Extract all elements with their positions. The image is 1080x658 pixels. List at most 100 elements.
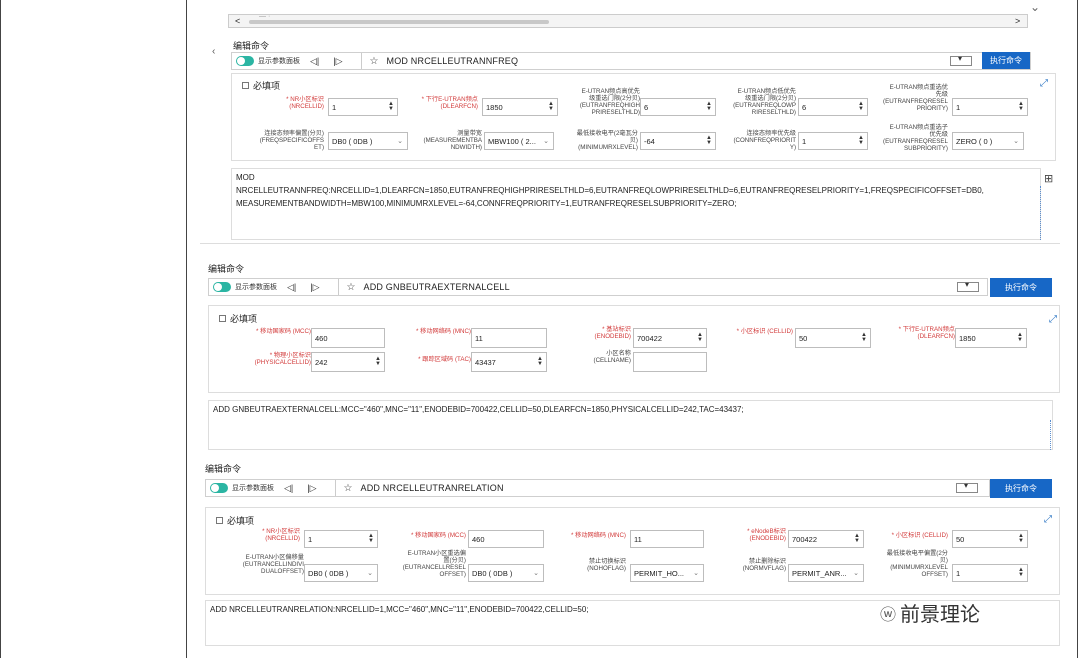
- scroll-left-arrow[interactable]: <: [235, 16, 240, 26]
- field-stepper[interactable]: 242 ▲ ▼: [311, 352, 385, 372]
- collapse-arrow-icon[interactable]: ‹: [212, 46, 215, 57]
- field-stepper[interactable]: 50 ▲ ▼: [795, 328, 871, 348]
- chevron-down-icon[interactable]: ⌄: [853, 569, 859, 577]
- panel2-required-checkbox[interactable]: [219, 315, 226, 322]
- stepper-arrows-icon[interactable]: ▲ ▼: [1018, 567, 1024, 578]
- stepper-arrows-icon[interactable]: ▲ ▼: [854, 533, 860, 544]
- field-select[interactable]: DB0 ( 0DB ) ⌄: [328, 132, 408, 150]
- field-stepper[interactable]: 43437 ▲ ▼: [471, 352, 547, 372]
- stepper-arrows-icon[interactable]: ▲ ▼: [1018, 101, 1024, 112]
- panel2-toggle[interactable]: [213, 282, 231, 292]
- network-icon[interactable]: ⊞: [1044, 172, 1053, 185]
- field-input[interactable]: 11: [471, 328, 547, 348]
- field-input[interactable]: 460: [311, 328, 385, 348]
- field-value: 11: [475, 333, 483, 343]
- panel2-command-area[interactable]: ADD GNBEUTRAEXTERNALCELL:MCC="460",MNC="…: [208, 400, 1053, 450]
- next-icon[interactable]: |▷: [310, 282, 319, 293]
- chevron-down-icon[interactable]: ⌄: [693, 569, 699, 577]
- stepper-arrows-icon[interactable]: ▲ ▼: [1017, 332, 1023, 343]
- field-select[interactable]: MBW100 ( 2... ⌄: [484, 132, 554, 150]
- field-stepper[interactable]: 6 ▲ ▼: [798, 98, 868, 116]
- field-stepper[interactable]: 1 ▲ ▼: [952, 564, 1028, 582]
- field-stepper[interactable]: 700422 ▲ ▼: [788, 530, 864, 548]
- chevron-down-icon[interactable]: ⌄: [543, 137, 549, 145]
- field-stepper[interactable]: 700422 ▲ ▼: [633, 328, 707, 348]
- stepper-arrows-icon[interactable]: ▲ ▼: [388, 101, 394, 112]
- stepper-arrows-icon[interactable]: ▲ ▼: [548, 101, 554, 112]
- field-label: 连接态频率偏置(分贝) (FREQSPECIFICOFFS ET): [259, 130, 324, 151]
- panel3-required-checkbox[interactable]: [216, 517, 223, 524]
- stepper-arrows-icon[interactable]: ▲ ▼: [861, 332, 867, 343]
- field-stepper[interactable]: 1 ▲ ▼: [328, 98, 398, 116]
- field-stepper[interactable]: 50 ▲ ▼: [952, 530, 1028, 548]
- top-scrollbar[interactable]: < — · >: [228, 13, 1028, 28]
- panel1-command-name[interactable]: MOD NRCELLEUTRANNFREQ: [387, 56, 519, 66]
- frame-right-border: [1077, 0, 1078, 658]
- star-icon[interactable]: ☆: [370, 56, 379, 67]
- field-label: E-UTRAN频点低优先 级重选门限(2分贝) (EUTRANFREQLOWP …: [733, 88, 796, 116]
- stepper-arrows-icon[interactable]: ▲ ▼: [368, 533, 374, 544]
- field-value: 11: [634, 534, 642, 544]
- star-icon[interactable]: ☆: [347, 282, 356, 293]
- scroll-thumb[interactable]: [249, 20, 549, 24]
- chevron-down-icon[interactable]: ⌄: [397, 137, 403, 145]
- field-stepper[interactable]: -64 ▲ ▼: [640, 132, 716, 150]
- field-stepper[interactable]: 1 ▲ ▼: [952, 98, 1028, 116]
- panel1-command-area[interactable]: MOD NRCELLEUTRANNFREQ:NRCELLID=1,DLEARFC…: [231, 168, 1041, 240]
- prev-icon[interactable]: ◁|: [287, 282, 296, 293]
- field-select[interactable]: PERMIT_ANR... ⌄: [788, 564, 864, 582]
- field-value: 1: [956, 102, 961, 112]
- prev-icon[interactable]: ◁|: [310, 56, 319, 67]
- field-select[interactable]: DB0 ( 0DB ) ⌄: [304, 564, 378, 582]
- stepper-arrows-icon[interactable]: ▲ ▼: [1018, 533, 1024, 544]
- field-label: 连接态频率优先级 (CONNFREQPRIORIT Y): [733, 130, 796, 151]
- field-stepper[interactable]: 1850 ▲ ▼: [955, 328, 1027, 348]
- panel3-dropdown[interactable]: [956, 481, 978, 493]
- field-select[interactable]: DB0 ( 0DB ) ⌄: [468, 564, 544, 582]
- field-stepper[interactable]: 1 ▲ ▼: [798, 132, 868, 150]
- panel2-execute-button[interactable]: 执行命令: [990, 278, 1052, 297]
- expand-icon[interactable]: ⤢: [1049, 314, 1057, 325]
- chevron-down-icon[interactable]: ⌄: [1030, 0, 1040, 14]
- star-icon[interactable]: ☆: [344, 483, 353, 494]
- panel2-command-name[interactable]: ADD GNBEUTRAEXTERNALCELL: [364, 282, 510, 292]
- field-select[interactable]: PERMIT_HO... ⌄: [630, 564, 704, 582]
- stepper-arrows-icon[interactable]: ▲ ▼: [697, 332, 703, 343]
- scroll-right-arrow[interactable]: >: [1015, 16, 1020, 26]
- field-label: * 小区标识 (CELLID): [891, 532, 948, 539]
- expand-icon[interactable]: ⤢: [1044, 514, 1052, 525]
- next-icon[interactable]: |▷: [333, 56, 342, 67]
- chevron-down-icon[interactable]: ⌄: [1013, 137, 1019, 145]
- stepper-arrows-icon[interactable]: ▲ ▼: [858, 101, 864, 112]
- panel1-execute-button[interactable]: 执行命令: [982, 52, 1030, 69]
- field-value: 1: [308, 534, 313, 544]
- stepper-arrows-icon[interactable]: ▲ ▼: [858, 135, 864, 146]
- stepper-arrows-icon[interactable]: ▲ ▼: [375, 356, 381, 367]
- stepper-arrows-icon[interactable]: ▲ ▼: [537, 356, 543, 367]
- field-input[interactable]: [633, 352, 707, 372]
- panel3-execute-button[interactable]: 执行命令: [990, 479, 1052, 498]
- panel1-required-checkbox[interactable]: [242, 82, 249, 89]
- prev-icon[interactable]: ◁|: [284, 483, 293, 494]
- next-icon[interactable]: |▷: [307, 483, 316, 494]
- field-label: * 基站标识 (ENODEBID): [594, 326, 631, 340]
- panel3-section-title: 编辑命令: [205, 464, 242, 474]
- field-stepper[interactable]: 1850 ▲ ▼: [482, 98, 558, 116]
- field-select[interactable]: ZERO ( 0 ) ⌄: [952, 132, 1024, 150]
- chevron-down-icon[interactable]: ⌄: [367, 569, 373, 577]
- stepper-arrows-icon[interactable]: ▲ ▼: [706, 135, 712, 146]
- field-value: 50: [956, 534, 965, 544]
- panel3-toolbar: 显示参数面板 ◁| |▷ ☆ ADD NRCELLEUTRANRELATION: [205, 479, 990, 497]
- expand-icon[interactable]: ⤢: [1040, 78, 1048, 89]
- chevron-down-icon[interactable]: ⌄: [533, 569, 539, 577]
- panel3-toggle[interactable]: [210, 483, 228, 493]
- field-stepper[interactable]: 1 ▲ ▼: [304, 530, 378, 548]
- field-input[interactable]: 11: [630, 530, 704, 548]
- field-input[interactable]: 460: [468, 530, 544, 548]
- stepper-arrows-icon[interactable]: ▲ ▼: [706, 101, 712, 112]
- panel2-dropdown[interactable]: [957, 280, 979, 292]
- panel1-dropdown[interactable]: [950, 54, 972, 66]
- field-stepper[interactable]: 6 ▲ ▼: [640, 98, 716, 116]
- panel1-toggle[interactable]: [236, 56, 254, 66]
- panel3-command-name[interactable]: ADD NRCELLEUTRANRELATION: [361, 483, 504, 493]
